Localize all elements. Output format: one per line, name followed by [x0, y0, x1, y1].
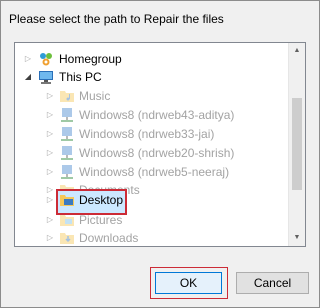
tree-item-label: Downloads — [79, 231, 139, 245]
tree-item-music[interactable]: ▷ Music — [15, 86, 289, 106]
expand-arrow-icon[interactable]: ▷ — [44, 232, 56, 244]
expand-arrow-icon[interactable]: ▷ — [44, 194, 56, 206]
computer-icon — [38, 69, 54, 85]
tree-item-label: Desktop — [79, 193, 124, 207]
desktop-folder-icon — [59, 192, 75, 208]
expand-arrow-icon[interactable]: ▷ — [44, 109, 56, 121]
network-drive-icon — [59, 164, 75, 180]
tree-item-label: Homegroup — [59, 52, 122, 66]
network-drive-icon — [59, 107, 75, 123]
scrollbar-thumb[interactable] — [292, 98, 302, 190]
tree-item-label: Windows8 (ndrweb33-jai) — [79, 127, 215, 141]
tree-item-homegroup[interactable]: ▷ Homegroup — [15, 49, 289, 69]
expand-arrow-icon[interactable]: ▷ — [44, 214, 56, 226]
vertical-scrollbar[interactable]: ▲ ▼ — [288, 43, 305, 246]
tree-item-desktop[interactable]: ▷ Desktop — [15, 190, 289, 210]
expand-arrow-icon[interactable]: ▷ — [44, 166, 56, 178]
tree-item-label: Windows8 (ndrweb5-neeraj) — [79, 165, 230, 179]
pictures-folder-icon — [59, 212, 75, 228]
music-folder-icon — [59, 88, 75, 104]
expand-arrow-icon[interactable]: ▷ — [44, 147, 56, 159]
expand-arrow-icon[interactable]: ▷ — [44, 90, 56, 102]
collapse-arrow-icon[interactable]: ◢ — [22, 71, 34, 83]
scroll-down-arrow-icon[interactable]: ▼ — [289, 230, 305, 246]
ok-button[interactable]: OK — [155, 272, 222, 294]
downloads-folder-icon — [59, 230, 75, 246]
tree-item-network-drive[interactable]: ▷ Windows8 (ndrweb43-aditya) — [15, 105, 289, 125]
dialog-prompt: Please select the path to Repair the fil… — [9, 12, 224, 26]
tree-item-network-drive[interactable]: ▷ Windows8 (ndrweb5-neeraj) — [15, 162, 289, 182]
expand-arrow-icon[interactable]: ▷ — [44, 128, 56, 140]
folder-tree[interactable]: ▷ Homegroup ◢ This PC ▷ Music ▷ Windows8… — [14, 42, 306, 247]
tree-item-label: Windows8 (ndrweb43-aditya) — [79, 108, 235, 122]
homegroup-icon — [38, 51, 54, 67]
expand-arrow-icon[interactable]: ▷ — [22, 53, 34, 65]
tree-item-network-drive[interactable]: ▷ Windows8 (ndrweb33-jai) — [15, 124, 289, 144]
tree-item-network-drive[interactable]: ▷ Windows8 (ndrweb20-shrish) — [15, 143, 289, 163]
tree-item-downloads[interactable]: ▷ Downloads — [15, 228, 289, 246]
network-drive-icon — [59, 126, 75, 142]
tree-item-label: This PC — [59, 70, 102, 84]
cancel-button[interactable]: Cancel — [236, 272, 309, 294]
tree-item-label: Music — [79, 89, 111, 103]
tree-item-label: Pictures — [79, 213, 123, 227]
scroll-up-arrow-icon[interactable]: ▲ — [289, 43, 305, 59]
tree-item-this-pc[interactable]: ◢ This PC — [15, 67, 289, 87]
network-drive-icon — [59, 145, 75, 161]
repair-path-dialog: Please select the path to Repair the fil… — [0, 0, 320, 308]
tree-item-label: Windows8 (ndrweb20-shrish) — [79, 146, 235, 160]
tree-item-pictures[interactable]: ▷ Pictures — [15, 210, 289, 230]
